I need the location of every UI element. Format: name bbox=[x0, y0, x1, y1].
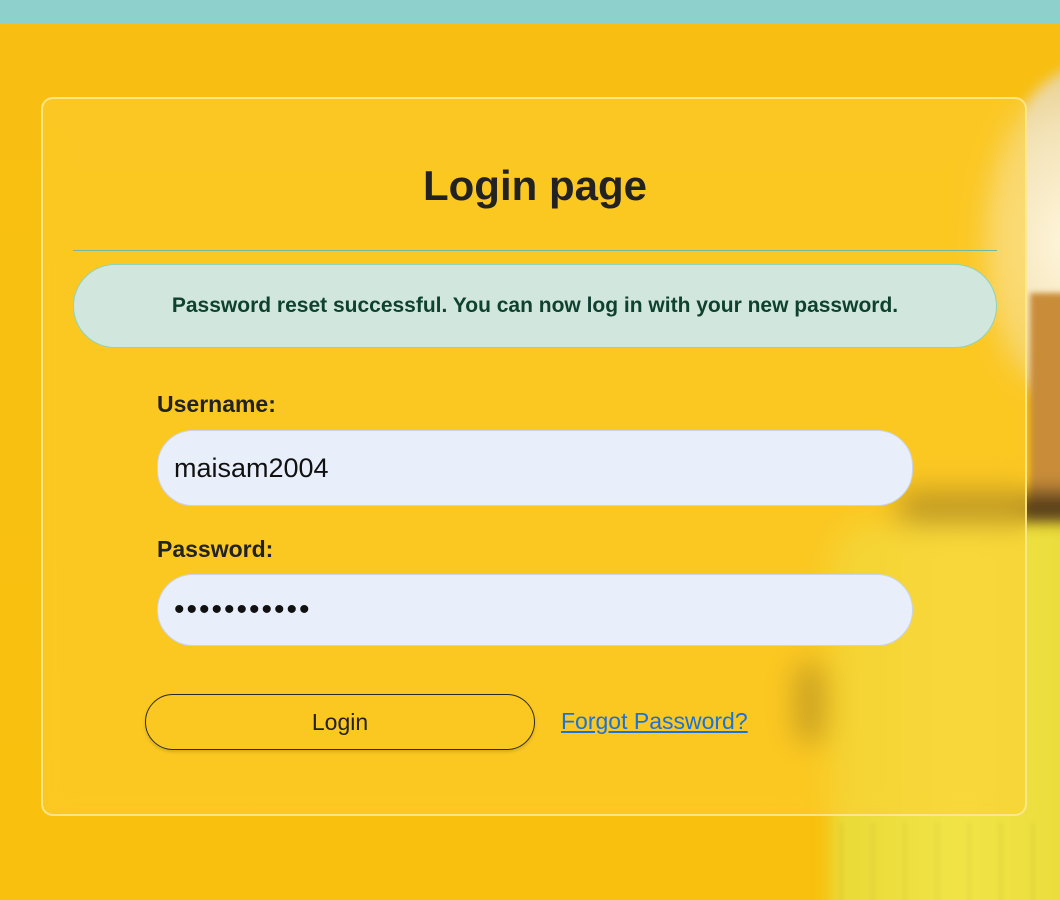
forgot-password-link[interactable]: Forgot Password? bbox=[561, 708, 748, 735]
title-divider bbox=[73, 250, 997, 251]
success-alert: Password reset successful. You can now l… bbox=[73, 264, 997, 348]
login-button[interactable]: Login bbox=[145, 694, 535, 750]
username-input[interactable] bbox=[157, 430, 913, 506]
background-hat-band bbox=[1030, 293, 1060, 523]
page-title: Login page bbox=[423, 162, 647, 209]
success-alert-message: Password reset successful. You can now l… bbox=[171, 294, 899, 317]
password-input[interactable] bbox=[157, 574, 913, 646]
username-label: Username: bbox=[157, 391, 276, 417]
password-label: Password: bbox=[157, 536, 274, 562]
top-accent-strip bbox=[0, 0, 1060, 23]
background-suitcase-ribs bbox=[840, 823, 1060, 900]
